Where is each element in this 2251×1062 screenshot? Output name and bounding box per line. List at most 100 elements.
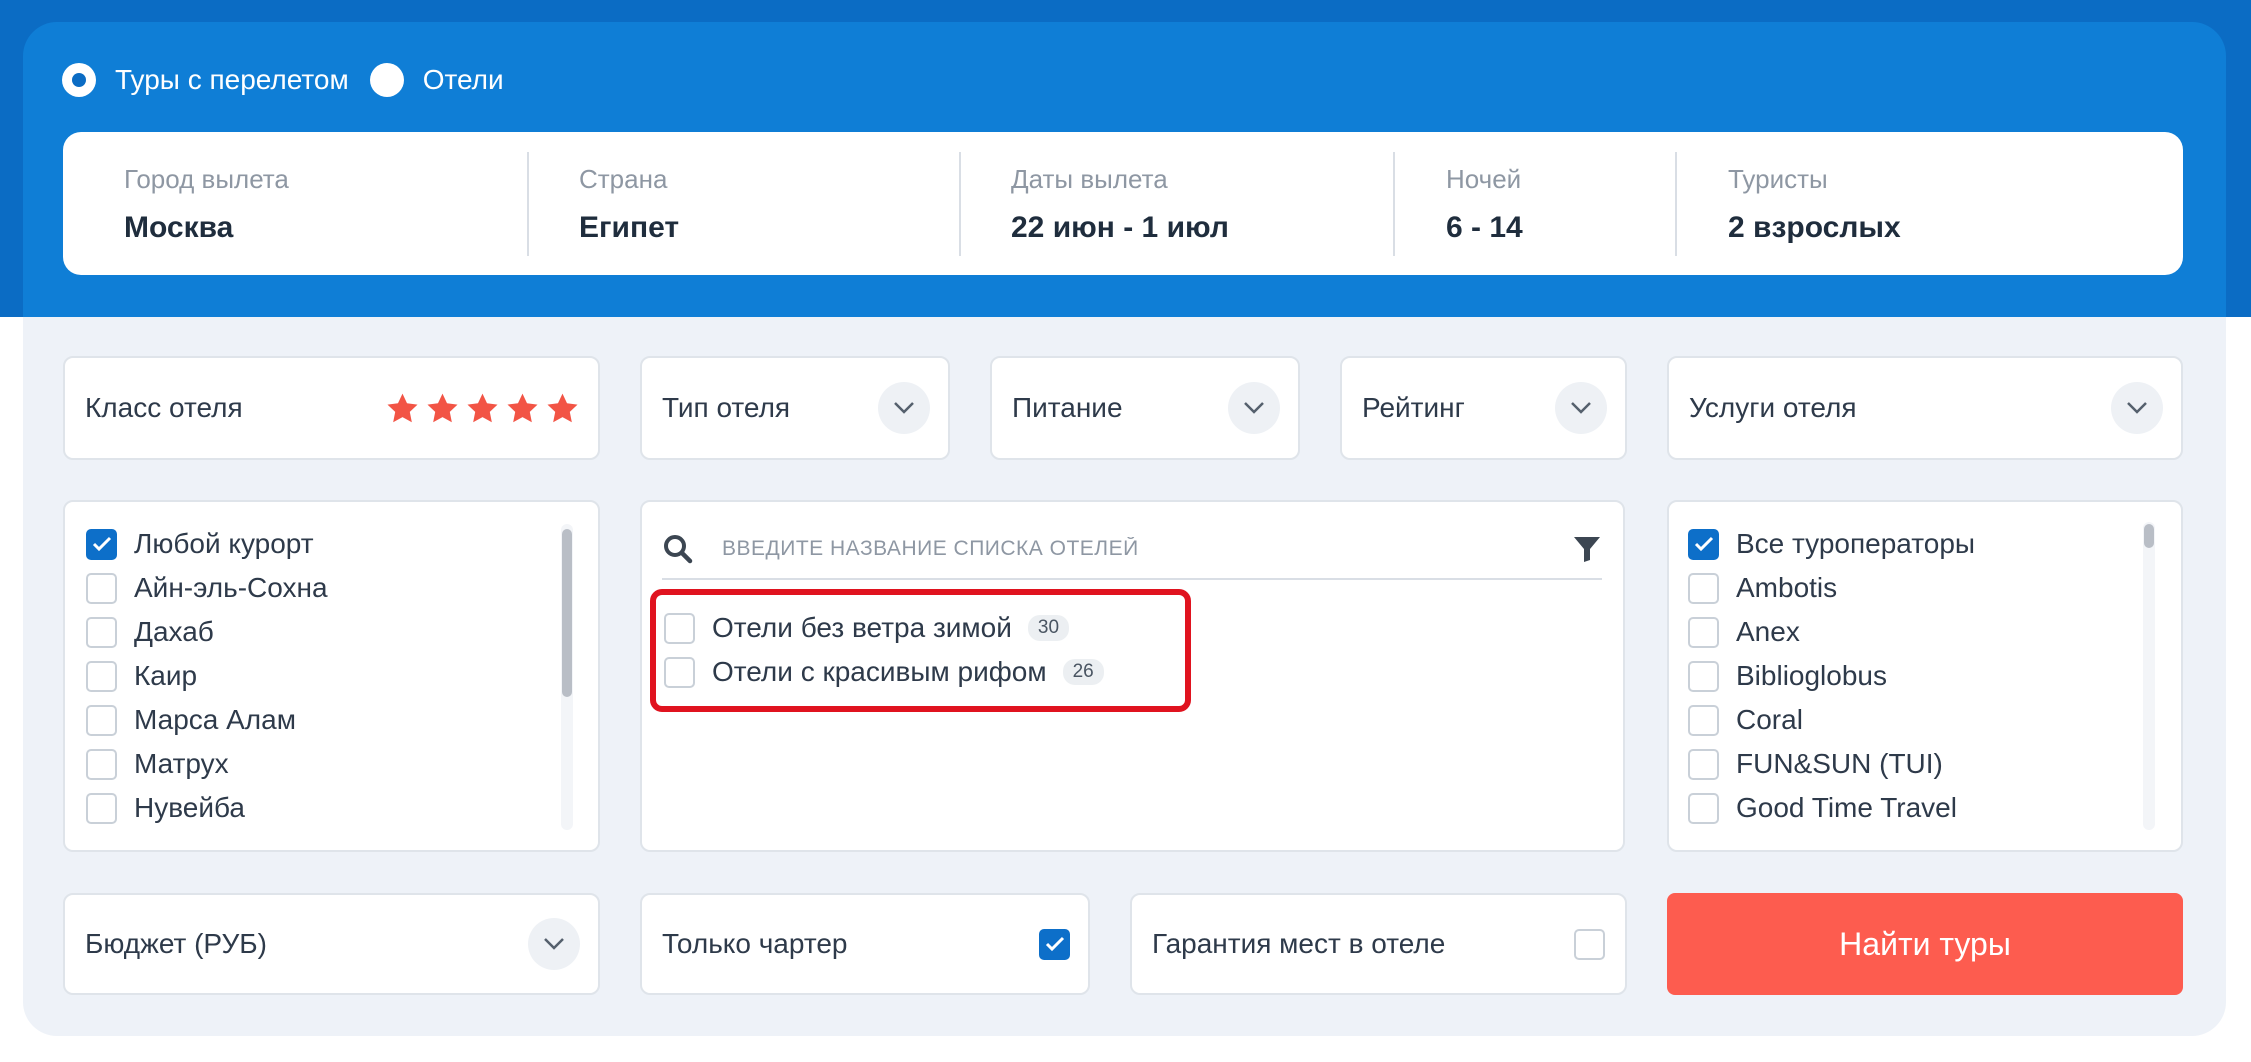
star-icon[interactable] [505, 391, 540, 426]
checkbox[interactable] [1688, 660, 1719, 692]
mode-switch: Туры с перелетом Отели [62, 62, 525, 98]
rating-label: Рейтинг [1362, 392, 1465, 423]
radio-hotels[interactable] [369, 63, 404, 97]
list-item-label: Все туроператоры [1736, 528, 1976, 559]
checkbox[interactable] [1688, 616, 1719, 648]
star-icon[interactable] [385, 391, 420, 426]
room-guarantee-checkbox[interactable] [1574, 928, 1605, 960]
checkbox[interactable] [86, 572, 117, 604]
charter-only-label: Только чартер [662, 928, 848, 959]
field-label: Ночей [1446, 164, 1522, 194]
hotel-type-label: Тип отеля [662, 392, 791, 423]
list-item[interactable]: Марса Алам [86, 698, 556, 742]
filter-icon[interactable] [1572, 534, 1602, 564]
checkbox[interactable] [1688, 572, 1719, 604]
list-item[interactable]: Ambotis [1688, 566, 2128, 610]
checkbox[interactable] [86, 748, 117, 780]
checkbox[interactable] [86, 660, 117, 692]
hotel-services-dropdown[interactable]: Услуги отеля [1667, 356, 2183, 460]
checkbox[interactable] [1688, 792, 1719, 824]
list-item[interactable]: Любой курорт [86, 522, 556, 566]
star-rating[interactable] [385, 391, 580, 426]
radio-tours-with-flight[interactable] [62, 63, 96, 97]
chevron-down-icon[interactable] [878, 382, 930, 434]
divider [1675, 152, 1677, 256]
chevron-down-icon[interactable] [528, 918, 580, 970]
list-item-label: Anex [1736, 616, 1800, 647]
list-item[interactable]: Матрух [86, 742, 556, 786]
hotel-class-filter: Класс отеля [63, 356, 600, 460]
checkbox[interactable] [86, 792, 117, 824]
hotel-type-dropdown[interactable]: Тип отеля [640, 356, 950, 460]
list-item[interactable]: Айн-эль-Сохна [86, 566, 556, 610]
charter-only-option[interactable]: Только чартер [640, 893, 1090, 995]
hotel-lists: Отели без ветра зимой 30 Отели с красивы… [664, 606, 1184, 696]
divider [959, 152, 961, 256]
divider [1393, 152, 1395, 256]
rating-dropdown[interactable]: Рейтинг [1340, 356, 1627, 460]
checkbox[interactable] [664, 656, 695, 688]
list-item[interactable]: Все туроператоры [1688, 522, 2128, 566]
country-field[interactable]: Страна Египет [579, 132, 1009, 275]
star-icon[interactable] [465, 391, 500, 426]
list-item[interactable]: Отели без ветра зимой 30 [664, 606, 1184, 650]
checkbox[interactable] [1688, 528, 1719, 560]
list-item-label: Отели с красивым рифом [712, 656, 1047, 687]
list-item-label: Дахаб [134, 616, 214, 647]
chevron-down-icon[interactable] [1555, 382, 1607, 434]
checkbox[interactable] [1688, 704, 1719, 736]
list-item[interactable]: FUN&SUN (TUI) [1688, 742, 2128, 786]
meals-dropdown[interactable]: Питание [990, 356, 1300, 460]
hotel-list-search-input[interactable] [722, 537, 1542, 561]
scrollbar-thumb[interactable] [2144, 524, 2154, 548]
resorts-list: Любой курорт Айн-эль-Сохна Дахаб Каир Ма… [86, 522, 556, 830]
departure-dates-field[interactable]: Даты вылета 22 июн - 1 июл [1011, 132, 1441, 275]
room-guarantee-option[interactable]: Гарантия мест в отеле [1130, 893, 1627, 995]
resorts-scrollbar[interactable] [561, 524, 573, 830]
chevron-down-icon[interactable] [1228, 382, 1280, 434]
list-item[interactable]: Нувейба [86, 786, 556, 830]
find-tours-button[interactable]: Найти туры [1667, 893, 2183, 995]
list-item[interactable]: Good Time Travel [1688, 786, 2128, 830]
nights-field[interactable]: Ночей 6 - 14 [1446, 132, 1676, 275]
list-item[interactable]: Каир [86, 654, 556, 698]
meals-label: Питание [1012, 392, 1123, 423]
field-label: Страна [579, 164, 668, 194]
field-label: Город вылета [124, 164, 289, 194]
chevron-down-icon[interactable] [2111, 382, 2163, 434]
list-item-label: FUN&SUN (TUI) [1736, 748, 1943, 779]
list-item[interactable]: Coral [1688, 698, 2128, 742]
star-icon[interactable] [425, 391, 460, 426]
list-item[interactable]: Отели с красивым рифом 26 [664, 650, 1184, 694]
list-item-label: Ambotis [1736, 572, 1838, 603]
field-value: 22 июн - 1 июл [1011, 211, 1229, 244]
tourists-field[interactable]: Туристы 2 взрослых [1728, 132, 2128, 275]
search-icon [664, 535, 693, 564]
checkbox[interactable] [86, 704, 117, 736]
operators-scrollbar[interactable] [2143, 522, 2155, 830]
departure-city-field[interactable]: Город вылета Москва [124, 132, 584, 275]
checkbox[interactable] [86, 528, 117, 560]
budget-dropdown[interactable]: Бюджет (РУБ) [63, 893, 600, 995]
checkbox[interactable] [1688, 748, 1719, 780]
star-icon[interactable] [545, 391, 580, 426]
scrollbar-thumb[interactable] [562, 529, 572, 697]
list-item[interactable]: Anex [1688, 610, 2128, 654]
checkbox[interactable] [664, 612, 695, 644]
list-item-label: Нувейба [134, 792, 245, 823]
count-badge: 26 [1062, 659, 1104, 685]
field-value: Москва [124, 211, 234, 244]
field-value: 2 взрослых [1728, 211, 1901, 244]
list-item[interactable]: Biblioglobus [1688, 654, 2128, 698]
operators-list: Все туроператоры Ambotis Anex Biblioglob… [1688, 522, 2128, 830]
main-search-bar: Город вылета Москва Страна Египет Даты в… [63, 132, 2183, 275]
list-item-label: Марса Алам [134, 704, 296, 735]
list-item[interactable]: Дахаб [86, 610, 556, 654]
charter-only-checkbox[interactable] [1039, 928, 1070, 960]
hotel-list-search [662, 520, 1602, 580]
checkbox[interactable] [86, 616, 117, 648]
radio-label-tours[interactable]: Туры с перелетом [115, 64, 349, 96]
hotel-class-label: Класс отеля [85, 392, 243, 423]
field-label: Туристы [1728, 164, 1828, 194]
radio-label-hotels[interactable]: Отели [423, 64, 504, 96]
